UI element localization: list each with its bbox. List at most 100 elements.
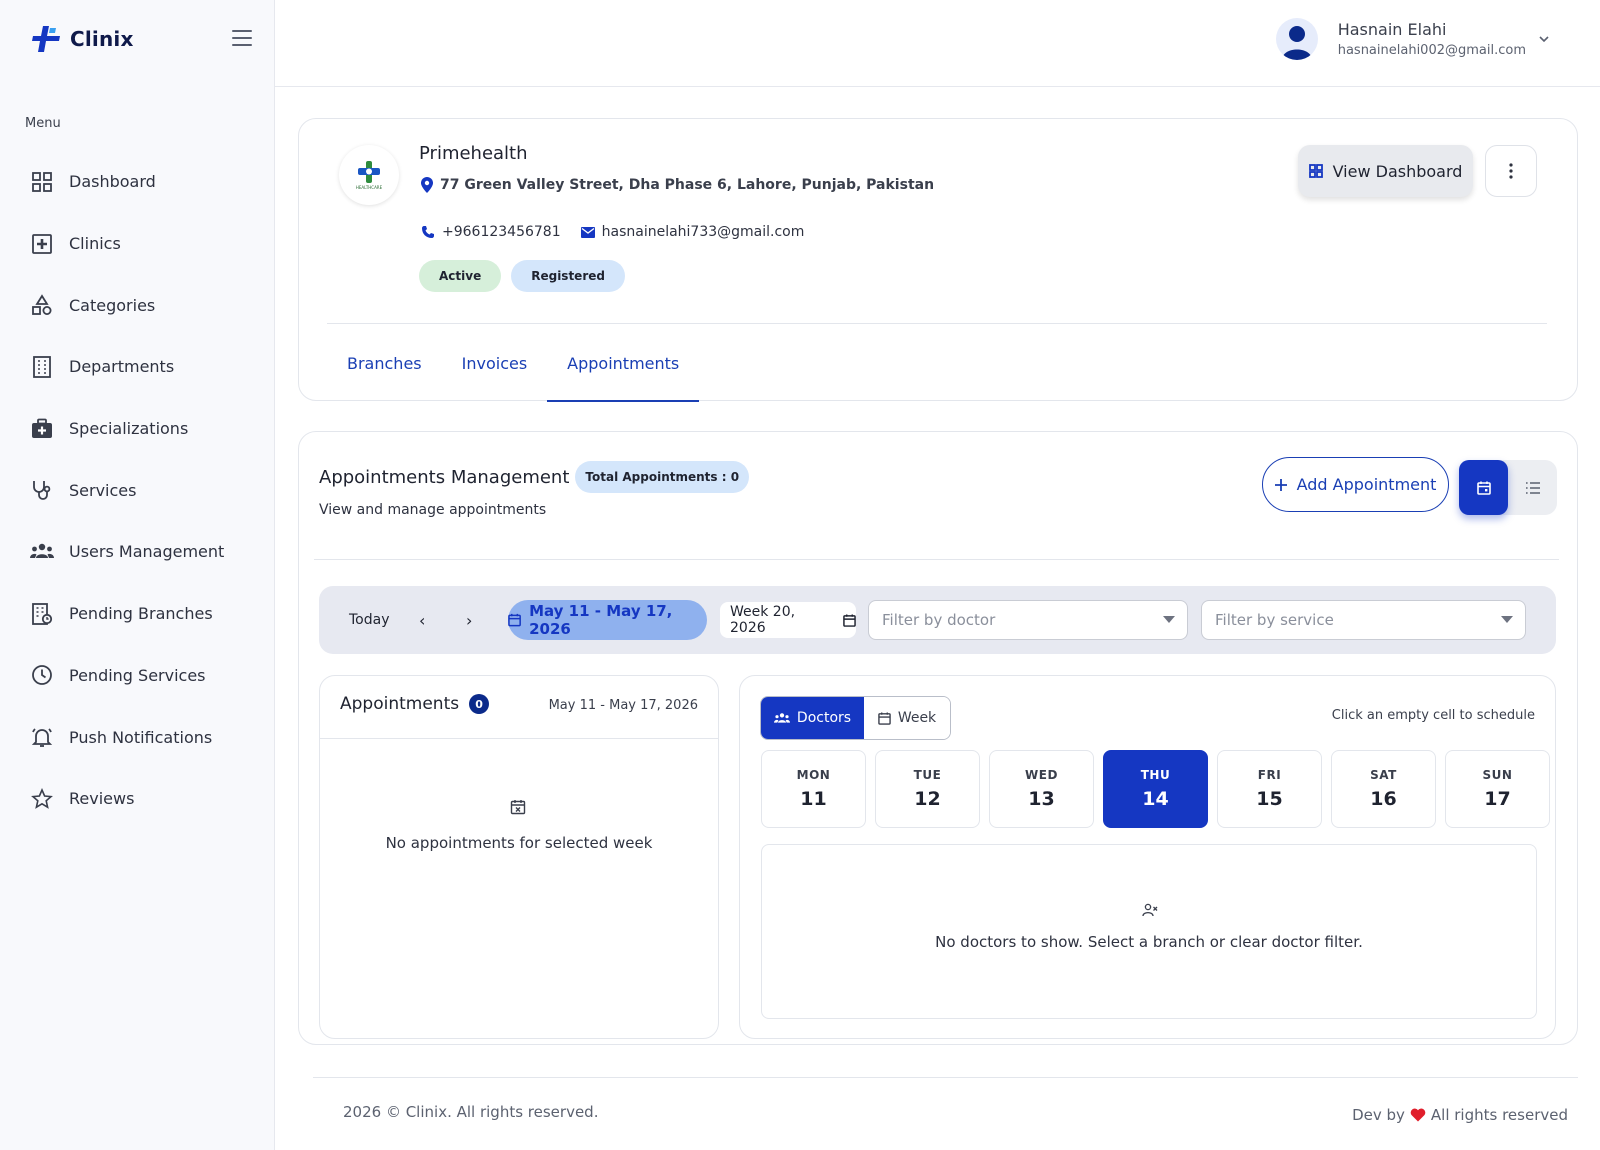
day-name: FRI [1257,768,1282,782]
users-icon [773,713,790,723]
doctors-mode-button[interactable]: Doctors [761,697,864,739]
tab-branches[interactable]: Branches [327,324,442,402]
week-mode-button[interactable]: Week [864,697,950,739]
sidebar-item-users-management[interactable]: Users Management [0,521,275,583]
day-date: 15 [1256,788,1283,810]
brand-logo[interactable]: Clinix [30,24,134,54]
view-dashboard-label: View Dashboard [1332,161,1463,181]
calendar-x-icon [510,800,526,815]
doctor-filter-select[interactable]: Filter by doctor [868,600,1188,640]
calendar-icon [878,711,891,725]
list-view-button[interactable] [1508,460,1557,515]
menu-toggle-icon[interactable] [232,30,252,46]
view-dashboard-button[interactable]: View Dashboard [1298,145,1473,197]
date-range-pill[interactable]: May 11 - May 17, 2026 [508,600,707,640]
today-button[interactable]: Today [349,586,390,654]
more-options-button[interactable] [1485,145,1537,197]
sidebar-item-pending-branches[interactable]: Pending Branches [0,583,275,645]
footer-copyright: 2026 © Clinix. All rights reserved. [343,1103,599,1121]
kebab-menu-icon [1509,163,1513,179]
day-fri[interactable]: FRI 15 [1217,750,1322,828]
tab-invoices[interactable]: Invoices [442,324,548,402]
sidebar: Clinix Menu Dashboard Clinics Categories [0,0,275,1150]
clinic-contact: +966123456781 hasnainelahi733@gmail.com [421,224,804,240]
sidebar-item-label: Push Notifications [69,727,213,747]
appointments-empty-state: No appointments for selected week [385,834,653,852]
day-wed[interactable]: WED 13 [989,750,1094,828]
day-name: TUE [913,768,942,782]
heart-icon [1410,1108,1426,1122]
date-range-label: May 11 - May 17, 2026 [529,602,673,638]
appointments-count-badge: 0 [469,694,490,714]
sidebar-item-categories[interactable]: Categories [0,274,275,336]
chevron-down-icon [1539,36,1549,43]
doctor-grid-empty-text: No doctors to show. Select a branch or c… [935,933,1363,951]
phone-icon [422,226,434,238]
registration-badge: Registered [511,260,625,292]
day-mon[interactable]: MON 11 [761,750,866,828]
sidebar-item-label: Reviews [69,789,135,809]
sidebar-item-clinics[interactable]: Clinics [0,213,275,275]
filter-bar: Today ‹ › May 11 - May 17, 2026 Week 20,… [319,586,1556,654]
clock-icon [30,663,54,687]
sidebar-item-label: Departments [69,357,175,377]
doctors-mode-label: Doctors [796,710,852,726]
day-date: 13 [1028,788,1055,810]
status-badge: Active [419,260,502,292]
week-picker-input[interactable]: Week 20, 2026 [720,602,856,638]
clinic-tabs: Branches Invoices Appointments [327,324,700,402]
day-name: SUN [1482,768,1513,782]
service-filter-select[interactable]: Filter by service [1201,600,1526,640]
day-date: 14 [1142,788,1169,810]
week-days: MON 11 TUE 12 WED 13 THU 14 FRI 15 SAT 16 SUN 1… [761,750,1550,828]
day-tue[interactable]: TUE 12 [875,750,980,828]
next-week-button[interactable]: › [466,586,472,654]
day-name: MON [796,768,831,782]
user-avatar-icon [1281,26,1312,60]
footer-dev-by: Dev by [1352,1106,1405,1124]
user-menu[interactable]: Hasnain Elahi hasnainelahi002@gmail.com [1275,18,1550,60]
sidebar-item-pending-services[interactable]: Pending Services [0,645,275,707]
add-appointment-button[interactable]: Add Appointment [1262,457,1449,512]
calendar-view-button[interactable] [1459,460,1508,515]
tab-appointments[interactable]: Appointments [547,324,700,402]
stethoscope-icon [30,478,54,502]
sidebar-item-departments[interactable]: Departments [0,336,275,398]
previous-week-button[interactable]: ‹ [419,586,425,654]
sidebar-item-label: Services [69,480,137,500]
footer-credits: Dev by All rights reserved [1352,1106,1568,1124]
shapes-icon [30,293,54,317]
clinic-email-text: hasnainelahi733@gmail.com [601,224,805,240]
sidebar-item-reviews[interactable]: Reviews [0,768,275,830]
grid-icon [30,170,54,194]
day-thu[interactable]: THU 14 [1103,750,1208,828]
sidebar-item-label: Dashboard [69,172,156,192]
sidebar-item-services[interactable]: Services [0,459,275,521]
appointments-list-title: Appointments 0 [340,694,490,714]
clinic-email[interactable]: hasnainelahi733@gmail.com [580,224,805,240]
sidebar-item-label: Categories [69,295,156,315]
sidebar-nav: Dashboard Clinics Categories Departments… [0,151,275,830]
users-icon [30,540,54,564]
page-title: Appointments Management [319,466,570,488]
building-clock-icon [30,602,54,626]
clinic-phone[interactable]: +966123456781 [421,224,561,240]
user-email: hasnainelahi002@gmail.com [1337,43,1526,58]
sidebar-item-push-notifications[interactable]: Push Notifications [0,706,275,768]
week-picker-value: Week 20, 2026 [730,604,796,636]
sidebar-item-specializations[interactable]: Specializations [0,398,275,460]
day-name: SAT [1370,768,1397,782]
bell-icon [30,725,54,749]
healthcare-logo-icon [358,161,380,183]
appointments-card: Appointments Management Total Appointmen… [298,431,1578,1045]
clinix-logo-icon [32,26,60,52]
clinic-logo: HEALTHCARE [339,145,399,205]
location-pin-icon [421,177,433,193]
day-sat[interactable]: SAT 16 [1331,750,1436,828]
clinic-address-text: 77 Green Valley Street, Dha Phase 6, Lah… [440,177,935,193]
sidebar-item-dashboard[interactable]: Dashboard [0,151,275,213]
footer-rights: All rights reserved [1430,1106,1568,1124]
sidebar-item-label: Users Management [69,542,225,562]
service-filter-placeholder: Filter by service [1215,611,1334,629]
day-sun[interactable]: SUN 17 [1445,750,1550,828]
